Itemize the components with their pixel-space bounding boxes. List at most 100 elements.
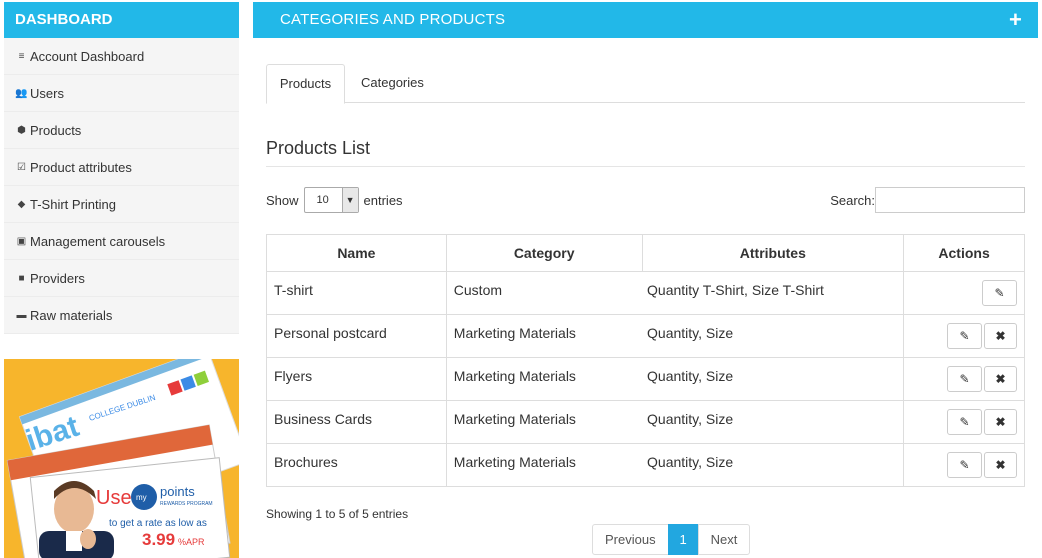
svg-text:APR: APR [186, 537, 205, 547]
sidebar-item-label: Products [30, 122, 82, 138]
cell-name: Flyers [266, 357, 447, 401]
folder-open-icon: ▬ [16, 309, 27, 321]
sidebar-item-account-dashboard[interactable]: ≡ Account Dashboard [4, 38, 239, 75]
tab-products[interactable]: Products [266, 64, 345, 104]
delete-button[interactable]: ✖ [984, 323, 1017, 349]
table-row: Brochures Marketing Materials Quantity, … [266, 443, 1025, 487]
delete-button[interactable]: ✖ [984, 452, 1017, 478]
sidebar-item-raw-materials[interactable]: ▬ Raw materials [4, 297, 239, 334]
cell-name: T-shirt [266, 271, 447, 315]
sidebar-menu: ≡ Account Dashboard 👥 Users ⬢ Products ☑… [4, 38, 239, 334]
svg-text:to get a rate as low as: to get a rate as low as [109, 518, 207, 529]
tab-categories[interactable]: Categories [361, 64, 424, 103]
image-icon: ▣ [16, 235, 27, 247]
sidebar-item-label: T-Shirt Printing [30, 196, 116, 212]
svg-text:my: my [136, 493, 147, 502]
entries-label: entries [363, 192, 403, 208]
edit-icon: ✎ [959, 329, 970, 343]
cell-actions: ✎ ✖ [903, 314, 1025, 358]
sidebar-item-label: Raw materials [30, 307, 113, 323]
cell-category: Marketing Materials [445, 443, 643, 487]
table-header-row: Name Category Attributes Actions [266, 234, 1025, 272]
cell-category: Marketing Materials [445, 357, 643, 401]
edit-button[interactable]: ✎ [947, 366, 982, 392]
edit-button[interactable]: ✎ [947, 452, 982, 478]
table-info: Showing 1 to 5 of 5 entries [266, 507, 409, 521]
cell-name: Brochures [266, 443, 447, 487]
cell-category: Custom [445, 271, 643, 315]
edit-icon: ✎ [959, 372, 970, 386]
table-row: Personal postcard Marketing Materials Qu… [266, 314, 1025, 358]
tab-bar: Products Categories [266, 64, 1025, 104]
main-panel: CATEGORIES AND PRODUCTS + Products Categ… [253, 2, 1038, 555]
cell-category: Marketing Materials [445, 314, 643, 358]
close-icon: ✖ [995, 329, 1006, 343]
edit-icon: ✎ [959, 415, 970, 429]
edit-icon: ✎ [994, 286, 1005, 300]
cell-attributes: Quantity, Size [642, 400, 904, 444]
column-header-category[interactable]: Category [445, 234, 643, 272]
show-label: Show [266, 192, 299, 208]
cell-name: Business Cards [266, 400, 447, 444]
products-table: Name Category Attributes Actions T-shirt… [266, 234, 1025, 487]
column-header-actions: Actions [903, 234, 1025, 272]
sidebar-item-management-carousels[interactable]: ▣ Management carousels [4, 223, 239, 260]
cubes-icon: ⬢ [17, 124, 26, 136]
page-length-select[interactable]: 10 ▼ [303, 187, 359, 213]
page-length-control: Show 10 ▼ entries [266, 187, 403, 213]
pagination: Previous 1 Next [592, 524, 751, 555]
add-icon[interactable]: + [1009, 2, 1022, 38]
svg-text:points: points [160, 484, 195, 499]
tag-icon: ◆ [17, 198, 26, 210]
svg-text:3.99: 3.99 [142, 530, 175, 549]
sidebar-item-label: Account Dashboard [30, 48, 145, 64]
close-icon: ✖ [995, 458, 1006, 472]
delete-button[interactable]: ✖ [984, 366, 1017, 392]
edit-button[interactable]: ✎ [947, 323, 982, 349]
cell-actions: ✎ ✖ [903, 400, 1025, 444]
search-label: Search: [830, 192, 875, 208]
sidebar-item-label: Users [30, 85, 64, 101]
cell-attributes: Quantity, Size [642, 314, 904, 358]
svg-text:Use: Use [96, 487, 132, 509]
delete-button[interactable]: ✖ [984, 409, 1017, 435]
cell-name: Personal postcard [266, 314, 447, 358]
close-icon: ✖ [995, 415, 1006, 429]
page-title: Products List [266, 138, 371, 158]
svg-text:REWARDS PROGRAM: REWARDS PROGRAM [160, 501, 213, 507]
panel-title: CATEGORIES AND PRODUCTS [280, 11, 506, 28]
cell-attributes: Quantity T-Shirt, Size T-Shirt [642, 271, 904, 315]
edit-icon: ✎ [959, 458, 970, 472]
sidebar-item-providers[interactable]: ■ Providers [4, 260, 239, 297]
sidebar-item-label: Providers [30, 270, 85, 286]
sidebar-item-users[interactable]: 👥 Users [4, 75, 239, 112]
sidebar-item-label: Management carousels [30, 233, 166, 249]
promo-image: ibat COLLEGE DUBLIN Use my points REWARD… [4, 359, 239, 558]
cell-attributes: Quantity, Size [642, 357, 904, 401]
page-button-current[interactable]: 1 [667, 524, 699, 555]
search-input[interactable] [875, 187, 1025, 213]
sidebar-item-product-attributes[interactable]: ☑ Product attributes [4, 149, 239, 186]
users-icon: 👥 [15, 87, 28, 99]
table-row: T-shirt Custom Quantity T-Shirt, Size T-… [266, 271, 1025, 315]
cell-category: Marketing Materials [445, 400, 643, 444]
sidebar-title: DASHBOARD [4, 2, 239, 38]
edit-button[interactable]: ✎ [982, 280, 1017, 306]
sidebar-item-tshirt-printing[interactable]: ◆ T-Shirt Printing [4, 186, 239, 223]
svg-text:%: % [178, 537, 186, 547]
promo-illustration: ibat COLLEGE DUBLIN Use my points REWARD… [4, 359, 239, 558]
bars-icon: ≡ [18, 50, 25, 62]
divider [266, 166, 1025, 167]
sidebar-item-products[interactable]: ⬢ Products [4, 112, 239, 149]
search-control: Search: [830, 187, 1025, 213]
truck-icon: ■ [18, 272, 25, 284]
chevron-down-icon: ▼ [341, 188, 358, 212]
cell-actions: ✎ ✖ [903, 443, 1025, 487]
table-row: Business Cards Marketing Materials Quant… [266, 400, 1025, 444]
next-page-button[interactable]: Next [697, 524, 751, 555]
column-header-attributes[interactable]: Attributes [641, 234, 905, 272]
edit-button[interactable]: ✎ [947, 409, 982, 435]
table-row: Flyers Marketing Materials Quantity, Siz… [266, 357, 1025, 401]
column-header-name[interactable]: Name [266, 234, 447, 272]
previous-page-button[interactable]: Previous [592, 524, 669, 555]
